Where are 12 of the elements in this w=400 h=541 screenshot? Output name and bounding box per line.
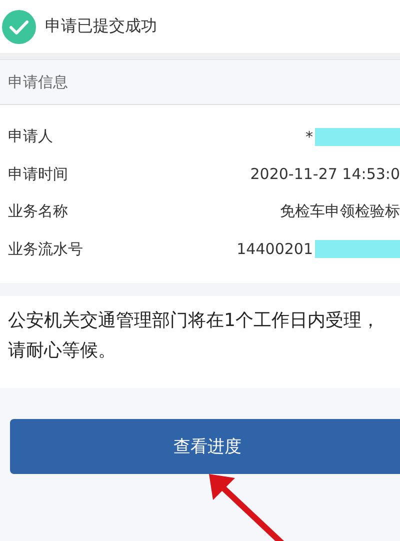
- field-label: 业务名称: [8, 202, 68, 222]
- page-title: 申请已提交成功: [45, 16, 157, 37]
- field-value: *: [306, 128, 313, 146]
- field-value: 2020-11-27 14:53:0: [250, 165, 400, 184]
- section-title: 申请信息: [8, 72, 68, 92]
- notice-text: 公安机关交通管理部门将在1个工作日内受理，请耐心等候。: [8, 309, 380, 363]
- field-label: 业务流水号: [8, 240, 83, 259]
- progress-button[interactable]: 查看进度: [10, 419, 400, 474]
- field-label: 申请人: [8, 127, 53, 146]
- field-value: 14400201: [236, 240, 313, 258]
- field-label: 申请时间: [8, 164, 68, 184]
- field-value: 免检车申领检验标: [280, 202, 400, 222]
